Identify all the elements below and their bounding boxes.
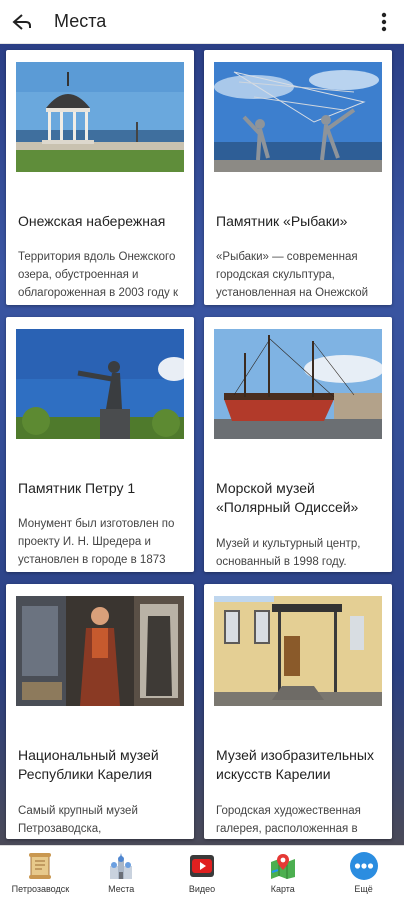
nav-item-map[interactable]: Карта xyxy=(242,846,323,900)
places-grid: Онежская набережная Территория вдоль Оне… xyxy=(6,50,398,839)
more-icon xyxy=(349,852,379,880)
place-image-fishermen xyxy=(214,62,382,172)
place-description: «Рыбаки» — современная городская скульпт… xyxy=(216,251,369,299)
nav-label: Петрозаводск xyxy=(11,884,70,894)
place-card[interactable]: Памятник «Рыбаки» «Рыбаки» — современная… xyxy=(204,50,392,305)
place-title: Национальный музей Республики Карелия xyxy=(18,747,159,782)
place-description: Монумент был изготовлен по проекту И. Н.… xyxy=(18,518,175,566)
place-description: Самый крупный музей Петрозаводска, распо… xyxy=(18,805,138,835)
place-description: Музей и культурный центр, основанный в 1… xyxy=(216,538,361,568)
nav-label: Ещё xyxy=(354,884,373,894)
more-vert-icon xyxy=(381,12,387,32)
map-icon xyxy=(268,852,298,880)
place-card[interactable]: Морской музей «Полярный Одиссей» Музей и… xyxy=(204,317,392,572)
place-card[interactable]: Памятник Петру 1 Монумент был изготовлен… xyxy=(6,317,194,572)
place-card[interactable]: Онежская набережная Территория вдоль Оне… xyxy=(6,50,194,305)
app-root: Места Онежская набережная Территория вдо… xyxy=(0,0,404,900)
place-title: Памятник «Рыбаки» xyxy=(216,213,348,229)
back-arrow-icon xyxy=(12,13,31,30)
place-card[interactable]: Музей изобразительных искусств Карелии Г… xyxy=(204,584,392,839)
place-title: Памятник Петру 1 xyxy=(18,480,136,496)
nav-item-video[interactable]: Видео xyxy=(162,846,243,900)
place-title: Онежская набережная xyxy=(18,213,166,229)
nav-label: Карта xyxy=(270,884,295,894)
place-card[interactable]: Национальный музей Республики Карелия Са… xyxy=(6,584,194,839)
church-icon xyxy=(106,852,136,880)
video-icon xyxy=(187,852,217,880)
top-app-bar: Места xyxy=(0,0,404,44)
place-image-art-museum xyxy=(214,596,382,706)
place-description: Городская художественная галерея, распол… xyxy=(216,805,361,835)
nav-item-petrozavodsk[interactable]: Петрозаводск xyxy=(0,846,81,900)
overflow-menu-button[interactable] xyxy=(370,0,398,44)
nav-label: Места xyxy=(108,884,135,894)
nav-label: Видео xyxy=(188,884,216,894)
place-image-national-museum xyxy=(16,596,184,706)
place-image-peter-monument xyxy=(16,329,184,439)
scroll-icon xyxy=(25,852,55,880)
place-title: Музей изобразительных искусств Карелии xyxy=(216,747,374,782)
back-button[interactable] xyxy=(2,0,42,44)
place-title: Морской музей «Полярный Одиссей» xyxy=(216,480,359,515)
nav-item-more[interactable]: Ещё xyxy=(323,846,404,900)
place-image-embankment xyxy=(16,62,184,172)
bottom-navigation: Петрозаводск Места Видео Карта Ещё xyxy=(0,845,404,900)
nav-item-places[interactable]: Места xyxy=(81,846,162,900)
place-description: Территория вдоль Онежского озера, обустр… xyxy=(18,251,179,299)
place-image-maritime-museum xyxy=(214,329,382,439)
places-list[interactable]: Онежская набережная Территория вдоль Оне… xyxy=(0,44,404,845)
page-title: Места xyxy=(54,11,107,31)
